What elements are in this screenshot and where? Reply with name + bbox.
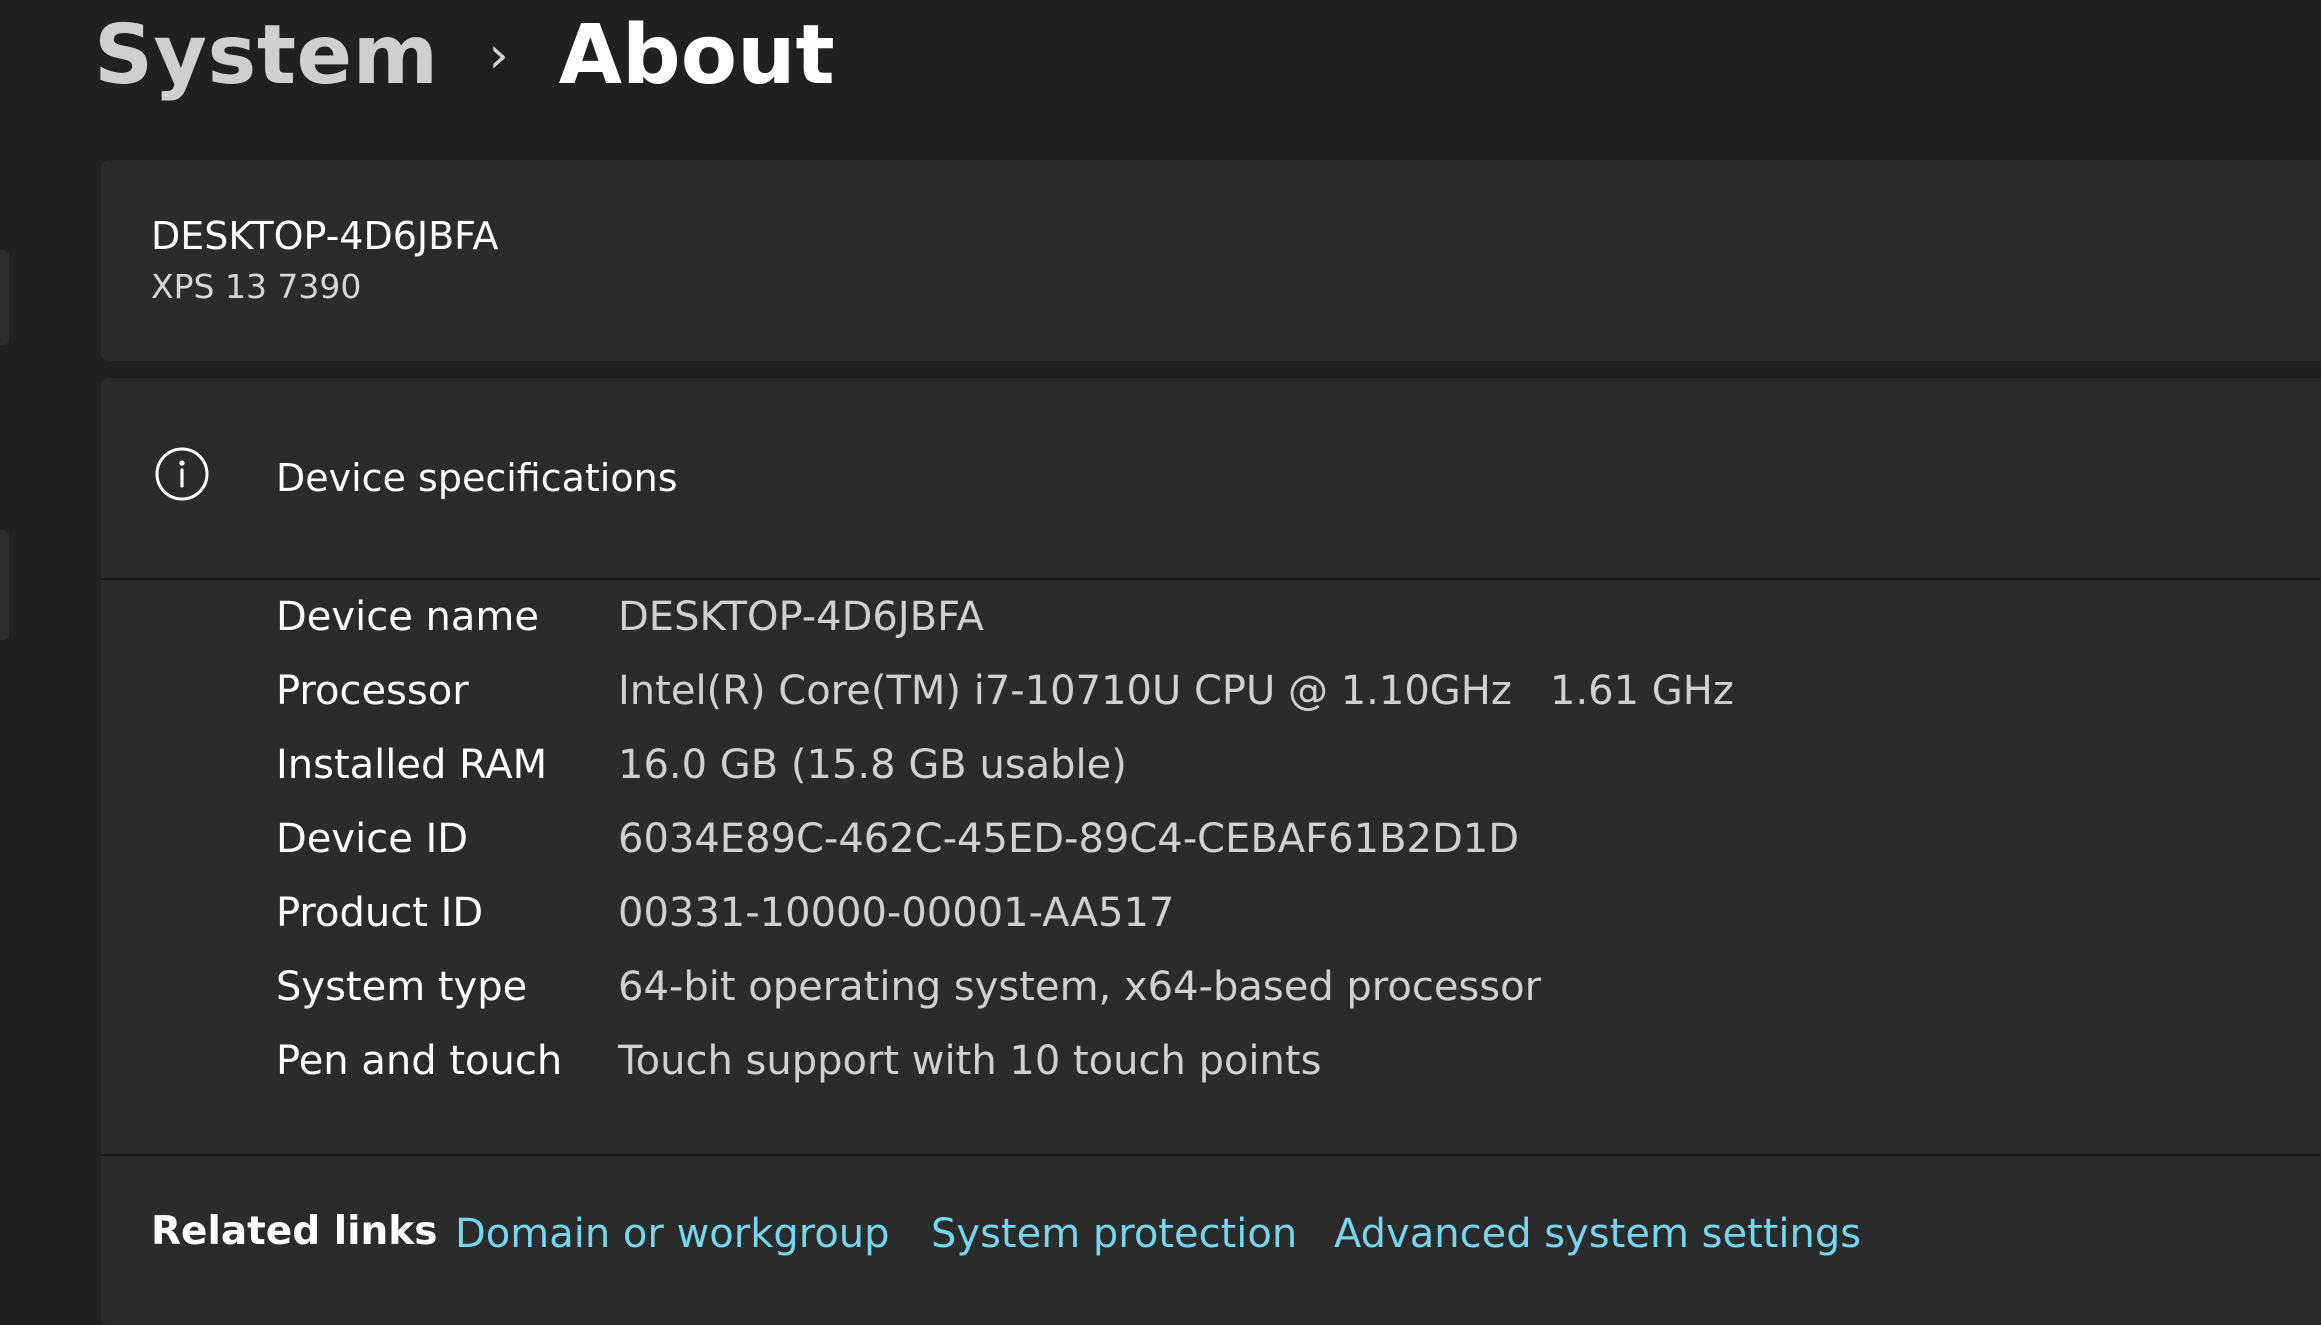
spec-value: Touch support with 10 touch points (618, 1038, 1322, 1084)
device-model: XPS 13 7390 (151, 267, 362, 306)
spec-label: Device name (276, 594, 539, 640)
chevron-right-icon: › (488, 26, 509, 84)
spec-value: DESKTOP-4D6JBFA (618, 594, 984, 640)
spec-value: Intel(R) Core(TM) i7-10710U CPU @ 1.10GH… (618, 668, 1734, 714)
spec-label: System type (276, 964, 528, 1010)
breadcrumb: System › About (94, 0, 835, 110)
sidebar-edge (0, 530, 9, 640)
spec-row: Product ID 00331-10000-00001-AA517 (276, 883, 2176, 943)
spec-row: Device ID 6034E89C-462C-45ED-89C4-CEBAF6… (276, 809, 2176, 869)
related-links: Related links Domain or workgroup System… (101, 1154, 2321, 1325)
spec-value: 6034E89C-462C-45ED-89C4-CEBAF61B2D1D (618, 816, 1520, 862)
spec-value: 16.0 GB (15.8 GB usable) (618, 742, 1127, 788)
spec-row: Processor Intel(R) Core(TM) i7-10710U CP… (276, 661, 2176, 721)
advanced-system-settings-link[interactable]: Advanced system settings (1334, 1211, 1861, 1257)
spec-label: Pen and touch (276, 1038, 563, 1084)
device-specifications-header[interactable]: Device specifications (101, 378, 2321, 580)
device-specifications-title: Device specifications (276, 456, 678, 500)
spec-value: 64-bit operating system, x64-based proce… (618, 964, 1542, 1010)
spec-label: Device ID (276, 816, 469, 862)
spec-row: System type 64-bit operating system, x64… (276, 957, 2176, 1017)
settings-page: System › About DESKTOP-4D6JBFA XPS 13 73… (0, 0, 2321, 1325)
device-card: DESKTOP-4D6JBFA XPS 13 7390 (101, 160, 2321, 361)
device-specifications-card: Device specifications Device name DESKTO… (101, 378, 2321, 1325)
spec-label: Installed RAM (276, 742, 548, 788)
spec-row: Pen and touch Touch support with 10 touc… (276, 1031, 2176, 1091)
spec-label: Processor (276, 668, 469, 714)
spec-value: 00331-10000-00001-AA517 (618, 890, 1175, 936)
spec-row: Installed RAM 16.0 GB (15.8 GB usable) (276, 735, 2176, 795)
system-protection-link[interactable]: System protection (931, 1211, 1297, 1257)
device-name: DESKTOP-4D6JBFA (151, 214, 499, 258)
breadcrumb-system[interactable]: System (94, 8, 439, 103)
page-title: About (558, 7, 835, 103)
spec-label: Product ID (276, 890, 484, 936)
spec-row: Device name DESKTOP-4D6JBFA (276, 587, 2176, 647)
domain-or-workgroup-link[interactable]: Domain or workgroup (455, 1211, 890, 1257)
info-icon (155, 447, 209, 501)
sidebar-edge (0, 250, 9, 345)
related-links-label: Related links (151, 1209, 438, 1254)
